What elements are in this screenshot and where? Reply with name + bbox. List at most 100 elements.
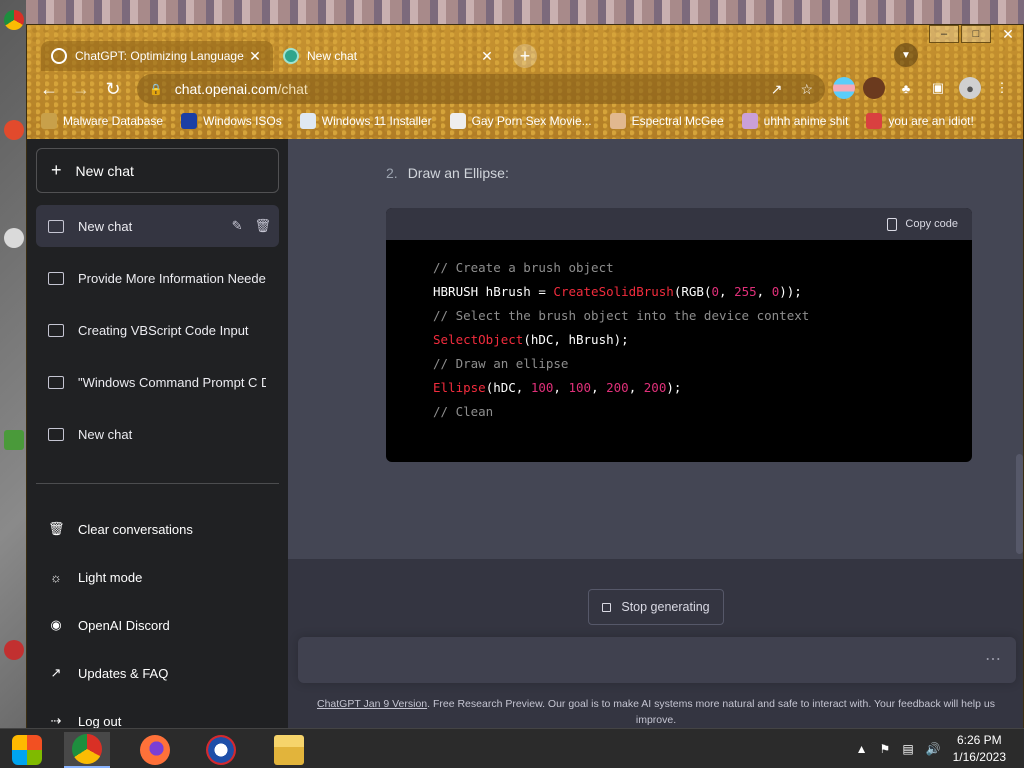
stop-generating-button[interactable]: Stop generating: [588, 589, 724, 625]
close-tab-icon[interactable]: ✕: [247, 48, 263, 65]
code-header: Copy code: [386, 208, 972, 240]
menu-label: Light mode: [78, 569, 143, 585]
tray-expand-icon[interactable]: ▲: [856, 742, 868, 756]
conversation-item[interactable]: New chat ✎ 🗑: [36, 205, 279, 247]
bookmark-espectral-mcgee[interactable]: Espectral McGee: [609, 113, 724, 129]
share-icon[interactable]: ↗: [771, 81, 783, 98]
bookmark-label: uhhh anime shit: [763, 114, 849, 128]
extension-avatar-icon[interactable]: [863, 77, 885, 99]
bookmark-label: Windows ISOs: [203, 114, 282, 128]
browser-window: – □ ✕ ChatGPT: Optimizing Language M ✕ N…: [26, 24, 1024, 729]
taskbar-file-explorer[interactable]: [266, 732, 312, 768]
response-list-item: 2. Draw an Ellipse:: [386, 165, 509, 181]
clock[interactable]: 6:26 PM 1/16/2023: [953, 732, 1006, 766]
back-button[interactable]: ←: [33, 73, 65, 105]
openai-discord-link[interactable]: ◉ OpenAI Discord: [36, 605, 279, 645]
tab-chatgpt[interactable]: ChatGPT: Optimizing Language M ✕: [41, 41, 273, 71]
network-icon[interactable]: ▤: [902, 742, 913, 756]
conversation-item[interactable]: New chat: [36, 413, 279, 455]
trash-icon[interactable]: 🗑: [254, 218, 271, 234]
desktop-app-icon[interactable]: [4, 640, 24, 660]
tab-title: ChatGPT: Optimizing Language M: [75, 49, 247, 63]
lock-icon[interactable]: 🔒: [149, 83, 163, 96]
clear-conversations-button[interactable]: 🗑 Clear conversations: [36, 509, 279, 549]
forward-button[interactable]: →: [65, 73, 97, 105]
bookmark-movie[interactable]: Gay Porn Sex Movie...: [449, 113, 592, 129]
bookmark-star-icon[interactable]: ☆: [800, 81, 813, 98]
taskbar-firefox[interactable]: [132, 732, 178, 768]
bookmark-label: Gay Porn Sex Movie...: [471, 114, 592, 128]
extensions-puzzle-icon[interactable]: ♣: [895, 77, 917, 99]
browser-toolbar: ← → ↻ 🔒 chat.openai.com/chat ↗ ☆ ♣ ▣ ● ⋮: [27, 73, 1023, 105]
bookmark-favicon-icon: [866, 113, 883, 129]
sidebar-divider: [36, 483, 279, 484]
desktop-strip: [0, 0, 26, 728]
new-chat-label: New chat: [75, 162, 134, 179]
conversation-title: Creating VBScript Code Input: [78, 322, 249, 338]
close-window-button[interactable]: ✕: [993, 25, 1023, 43]
desktop-chrome-icon[interactable]: [4, 10, 24, 30]
scrollbar[interactable]: [1016, 454, 1023, 554]
omnibox-tools: ↗ ☆: [771, 81, 813, 98]
bookmark-favicon-icon: [41, 113, 57, 129]
copy-code-button[interactable]: Copy code: [905, 218, 958, 230]
code-line: HBRUSH hBrush = CreateSolidBrush(RGB(0, …: [433, 284, 802, 299]
chat-bubble-icon: [48, 427, 64, 441]
updates-faq-link[interactable]: ↗ Updates & FAQ: [36, 653, 279, 693]
conversation-item[interactable]: "Windows Command Prompt C D: [36, 361, 279, 403]
url-host: chat.openai.com: [174, 81, 278, 97]
code-line: // Select the brush object into the devi…: [433, 308, 810, 323]
time-text: 6:26 PM: [956, 733, 1002, 747]
address-bar[interactable]: 🔒 chat.openai.com/chat ↗ ☆: [137, 74, 825, 104]
chat-bubble-icon: [48, 219, 64, 233]
extension-flag-icon[interactable]: [833, 77, 855, 99]
conversation-item[interactable]: Provide More Information Neede: [36, 257, 279, 299]
maximize-button[interactable]: □: [961, 25, 991, 43]
desktop-app-icon[interactable]: [4, 228, 24, 248]
desktop-app-icon[interactable]: [4, 430, 24, 450]
minimize-button[interactable]: –: [929, 25, 959, 43]
tab-title: New chat: [307, 49, 358, 63]
chrome-icon: [72, 734, 102, 764]
code-line: // Draw an ellipse: [433, 356, 569, 371]
stop-icon: [602, 602, 612, 612]
bookmark-windows-11-installer[interactable]: Windows 11 Installer: [299, 113, 432, 129]
reload-button[interactable]: ↻: [97, 73, 129, 105]
close-tab-icon[interactable]: ✕: [479, 48, 495, 65]
action-center-flag-icon[interactable]: ⚑: [880, 742, 891, 756]
window-controls: – □ ✕: [927, 25, 1023, 43]
bookmark-favicon-icon: [299, 113, 316, 129]
start-button[interactable]: [4, 732, 50, 768]
bookmark-malware-database[interactable]: Malware Database: [41, 113, 163, 129]
edit-icon[interactable]: ✎: [232, 218, 243, 234]
volume-icon[interactable]: 🔊: [926, 742, 941, 756]
stop-label: Stop generating: [621, 600, 710, 614]
taskbar-chrome[interactable]: [64, 732, 110, 768]
taskbar-app[interactable]: [198, 732, 244, 768]
profile-avatar-icon[interactable]: ●: [959, 77, 981, 99]
conversation-item[interactable]: Creating VBScript Code Input: [36, 309, 279, 351]
bookmark-anime[interactable]: uhhh anime shit: [741, 113, 849, 129]
firefox-icon: [140, 735, 170, 765]
side-panel-icon[interactable]: ▣: [927, 77, 949, 99]
browser-menu-icon[interactable]: ⋮: [991, 77, 1013, 99]
conversation-actions: ✎ 🗑: [232, 218, 271, 234]
start-orb-icon: [12, 735, 42, 765]
desktop-app-icon[interactable]: [4, 120, 24, 140]
light-mode-button[interactable]: ☼ Light mode: [36, 557, 279, 597]
new-tab-button[interactable]: +: [513, 44, 537, 68]
discord-icon: ◉: [50, 617, 62, 632]
taskbar: ▲ ⚑ ▤ 🔊 6:26 PM 1/16/2023: [0, 728, 1024, 768]
version-link[interactable]: ChatGPT Jan 9 Version: [317, 698, 427, 710]
composer-area: Stop generating ⋯ ChatGPT Jan 9 Version.…: [288, 559, 1023, 729]
tab-new-chat[interactable]: New chat ✕: [273, 41, 505, 71]
code-block: Copy code // Create a brush object HBRUS…: [386, 208, 972, 462]
bookmark-windows-isos[interactable]: Windows ISOs: [181, 113, 282, 129]
prompt-input[interactable]: ⋯: [298, 637, 1016, 683]
bookmark-idiot[interactable]: you are an idiot!: [866, 113, 974, 129]
chat-bubble-icon: [48, 271, 64, 285]
new-chat-button[interactable]: + New chat: [36, 148, 279, 193]
tab-search-button[interactable]: ▼: [894, 43, 918, 67]
loading-dots-icon: ⋯: [985, 651, 1002, 668]
list-number: 2.: [386, 165, 398, 181]
